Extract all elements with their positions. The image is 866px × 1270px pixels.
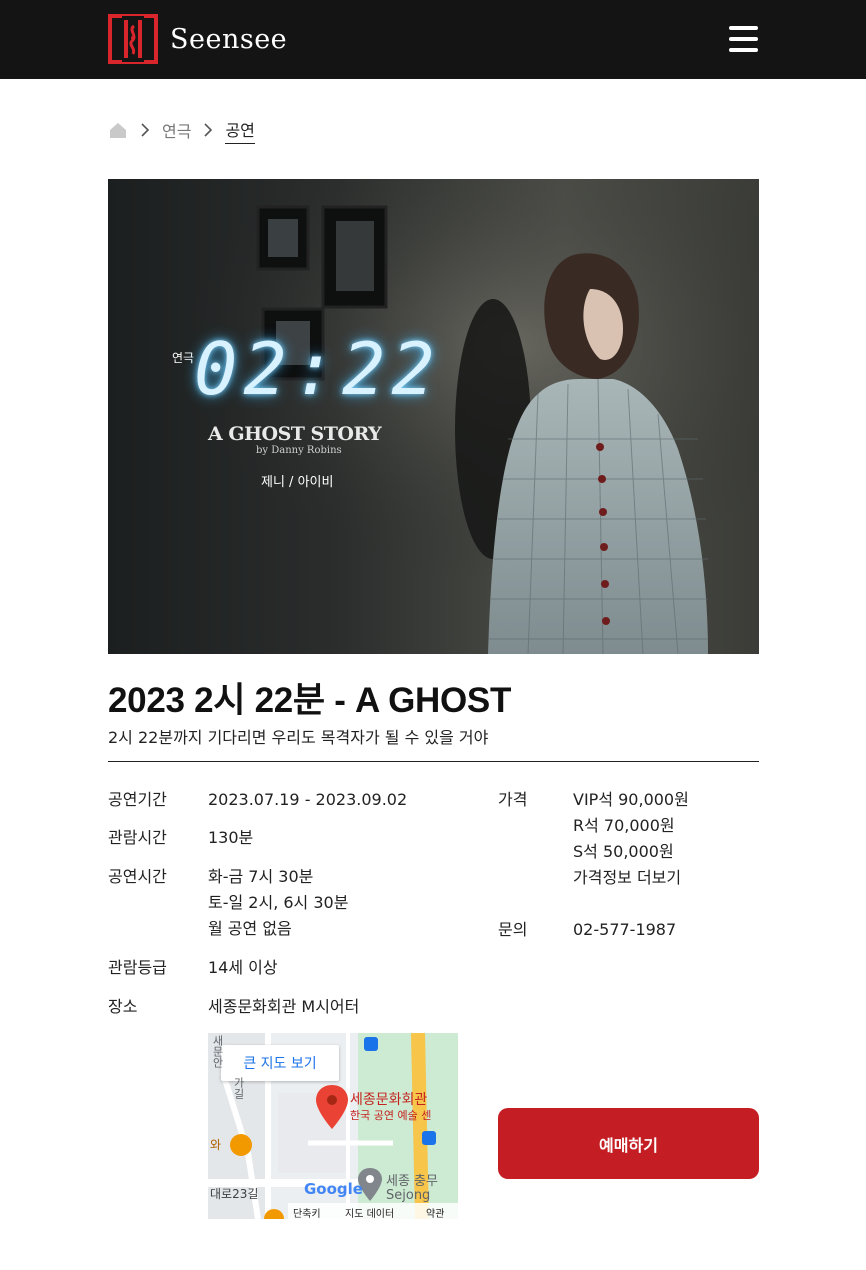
home-icon[interactable] <box>108 120 128 140</box>
poster-image <box>108 179 759 654</box>
breadcrumb: 연극 공연 <box>108 116 255 144</box>
contact-label: 문의 <box>498 920 528 939</box>
map-nearby-sub: Sejong <box>386 1188 431 1203</box>
period-label: 공연기간 <box>108 790 167 809</box>
logo-text: Seensee <box>170 23 288 55</box>
rating-value: 14세 이상 <box>208 958 278 977</box>
map-data-link[interactable]: 지도 데이터 <box>345 1205 394 1219</box>
hamburger-menu-icon[interactable] <box>729 26 758 52</box>
showtime-line: 화-금 7시 30분 <box>208 867 314 886</box>
big-map-button[interactable]: 큰 지도 보기 <box>221 1045 339 1081</box>
map-terms-link[interactable]: 약관 <box>426 1205 444 1219</box>
google-logo: Google <box>304 1180 363 1198</box>
price-line: VIP석 90,000원 <box>573 790 689 809</box>
map-nearby-name[interactable]: 세종 충무 <box>386 1170 438 1189</box>
price-label: 가격 <box>498 790 528 809</box>
map-place-sub: 한국 공연 예술 센 <box>350 1109 432 1122</box>
showtime-line: 월 공연 없음 <box>208 919 292 938</box>
show-tagline: 2시 22분까지 기다리면 우리도 목격자가 될 수 있을 거야 <box>108 728 489 747</box>
map-place-name[interactable]: 세종문화회관 <box>350 1089 427 1109</box>
chevron-right-icon <box>141 123 150 137</box>
seensee-logo-icon <box>108 14 158 64</box>
book-ticket-button[interactable]: 예매하기 <box>498 1108 759 1179</box>
runtime-label: 관람시간 <box>108 828 167 847</box>
show-title: 2023 2시 22분 - A GHOST <box>108 681 512 720</box>
map-food-label: 와 <box>210 1138 222 1152</box>
period-value: 2023.07.19 - 2023.09.02 <box>208 790 408 809</box>
map-vertical-label: 새문안 <box>211 1035 224 1068</box>
title-divider <box>108 761 759 762</box>
showtime-label: 공연시간 <box>108 867 167 886</box>
top-navigation-bar: Seensee <box>0 0 866 79</box>
venue-map[interactable]: 큰 지도 보기 세종문화회관 한국 공연 예술 센 세종 충무 Sejong 대… <box>208 1033 458 1219</box>
venue-label: 장소 <box>108 997 138 1016</box>
runtime-value: 130분 <box>208 828 254 847</box>
rating-label: 관람등급 <box>108 958 167 977</box>
contact-value: 02-577-1987 <box>573 920 677 939</box>
chevron-right-icon <box>204 123 213 137</box>
map-vertical-label: 가길 <box>232 1077 245 1099</box>
price-line: S석 50,000원 <box>573 842 674 861</box>
price-more-link[interactable]: 가격정보 더보기 <box>573 865 681 891</box>
price-line: R석 70,000원 <box>573 816 675 835</box>
venue-value: 세종문화회관 M시어터 <box>208 997 360 1016</box>
breadcrumb-item-performance[interactable]: 공연 <box>225 117 255 144</box>
map-road-label: 대로23길 <box>210 1187 259 1201</box>
site-logo[interactable]: Seensee <box>108 14 287 64</box>
map-shortcuts-link[interactable]: 단축키 <box>293 1205 321 1219</box>
show-poster: 연극 02:22 A GHOST STORY by Danny Robins 제… <box>108 179 759 654</box>
breadcrumb-item-play[interactable]: 연극 <box>162 118 191 142</box>
showtime-line: 토-일 2시, 6시 30분 <box>208 893 349 912</box>
